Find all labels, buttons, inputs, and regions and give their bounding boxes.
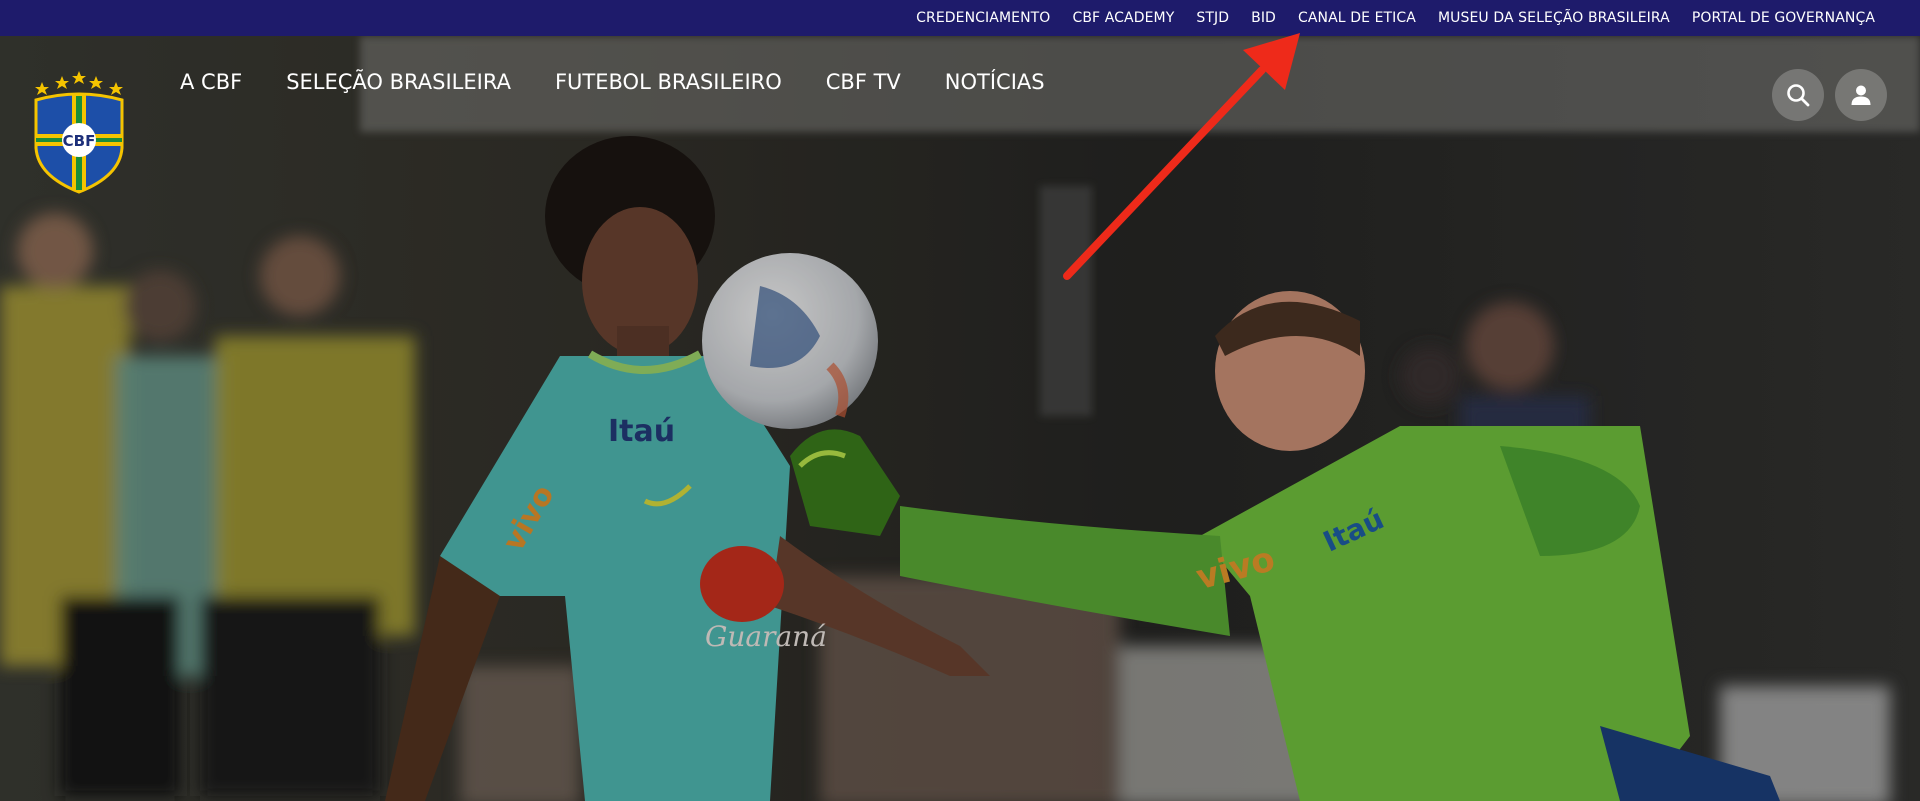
top-utility-bar: CREDENCIAMENTO CBF ACADEMY STJD BID CANA… [0,0,1920,36]
nav-selecao-brasileira[interactable]: SELEÇÃO BRASILEIRA [286,70,511,94]
top-link-cbf-academy[interactable]: CBF ACADEMY [1072,10,1174,26]
hero-image: Itaú vivo Guaraná Itaú vivo [0,36,1920,801]
top-link-bid[interactable]: BID [1251,10,1276,26]
cbf-logo[interactable]: CBF [32,68,126,194]
svg-text:CBF: CBF [63,132,96,150]
top-link-canal-de-etica[interactable]: CANAL DE ETICA [1298,10,1416,26]
nav-cbf-tv[interactable]: CBF TV [826,70,901,94]
top-link-stjd[interactable]: STJD [1196,10,1229,26]
main-navigation: A CBF SELEÇÃO BRASILEIRA FUTEBOL BRASILE… [180,70,1089,94]
nav-noticias[interactable]: NOTÍCIAS [945,70,1045,94]
top-link-museu[interactable]: MUSEU DA SELEÇÃO BRASILEIRA [1438,10,1670,26]
nav-a-cbf[interactable]: A CBF [180,70,242,94]
search-icon [1787,84,1810,107]
user-account-button[interactable] [1835,69,1887,121]
top-link-portal-governanca[interactable]: PORTAL DE GOVERNANÇA [1692,10,1875,26]
nav-futebol-brasileiro[interactable]: FUTEBOL BRASILEIRO [555,70,782,94]
user-icon [1851,85,1871,105]
search-button[interactable] [1772,69,1824,121]
top-link-credenciamento[interactable]: CREDENCIAMENTO [916,10,1050,26]
